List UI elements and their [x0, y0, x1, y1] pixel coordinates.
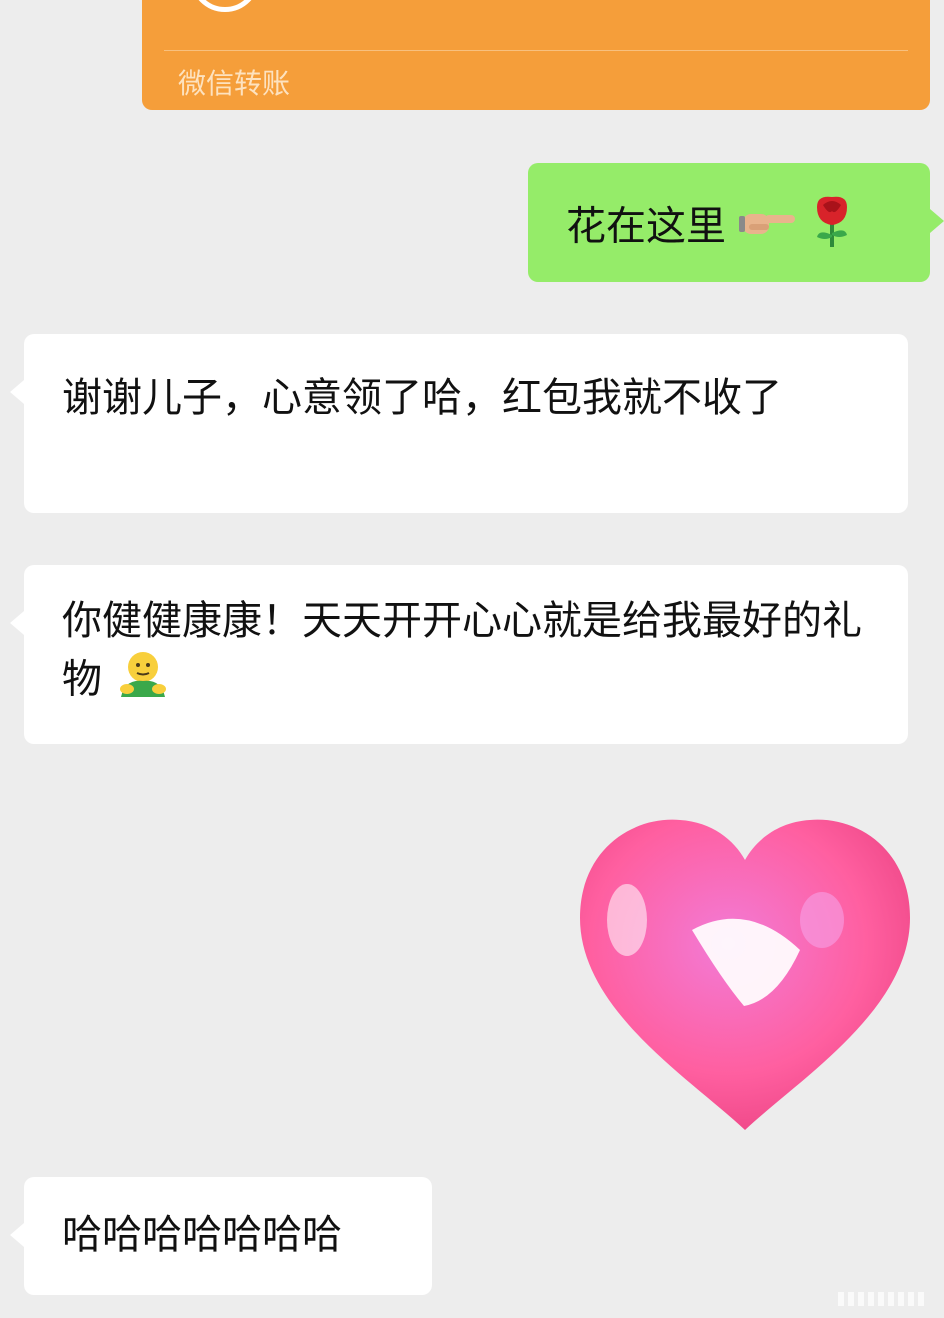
- received-message-bubble[interactable]: 哈哈哈哈哈哈哈: [10, 1177, 432, 1295]
- transfer-icon: [190, 0, 260, 12]
- transfer-label: 微信转账: [178, 67, 291, 100]
- transfer-card[interactable]: 微信转账: [142, 0, 930, 110]
- sent-message-bubble[interactable]: 花在这里: [528, 163, 944, 282]
- message-text: 花在这里: [566, 203, 726, 250]
- message-text: 哈哈哈哈哈哈哈: [62, 1212, 342, 1258]
- rose-icon: [811, 193, 853, 264]
- hug-emoji-icon: [115, 649, 171, 714]
- message-text: 谢谢儿子，心意领了哈，红包我就不收了: [62, 375, 782, 421]
- pink-heart-sticker-icon[interactable]: [572, 810, 918, 1136]
- message-text: 你健健康康！天天开开心心就是给我最好的礼物: [62, 598, 862, 703]
- divider: [164, 50, 908, 51]
- watermark: [838, 1292, 928, 1306]
- pointing-hand-icon: [738, 201, 799, 257]
- received-message-bubble[interactable]: 你健健康康！天天开开心心就是给我最好的礼物: [10, 565, 908, 744]
- received-message-bubble[interactable]: 谢谢儿子，心意领了哈，红包我就不收了: [10, 334, 908, 513]
